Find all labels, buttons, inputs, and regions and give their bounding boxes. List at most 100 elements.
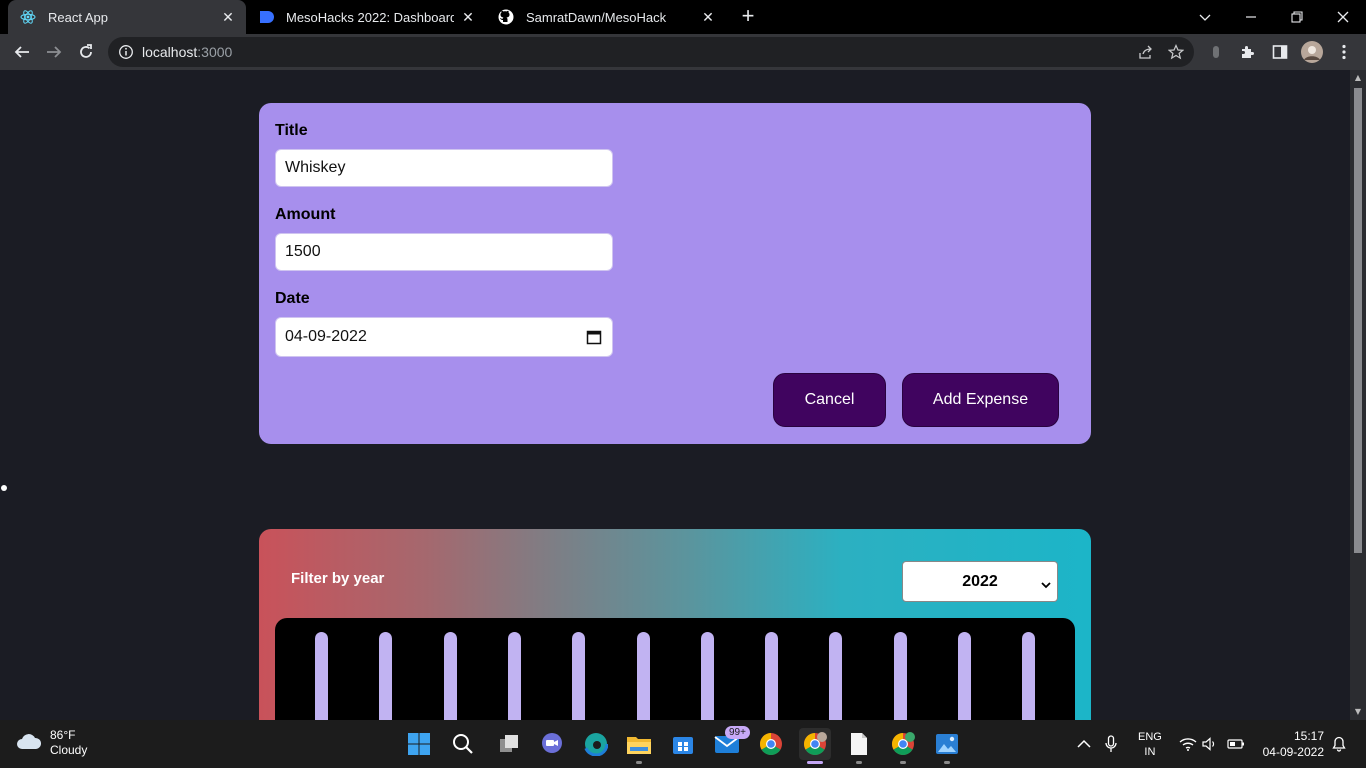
chart-bar [379, 632, 393, 720]
kebab-menu-icon[interactable] [1334, 42, 1354, 62]
scroll-up-icon[interactable]: ▲ [1354, 74, 1362, 82]
devfolio-icon [258, 9, 274, 25]
tab-search-chevron-icon[interactable] [1182, 0, 1228, 34]
microphone-icon[interactable] [1101, 734, 1121, 754]
mail-icon[interactable]: 99+ [711, 726, 750, 760]
window-close-icon[interactable] [1320, 0, 1366, 34]
chrome-profile-icon[interactable] [799, 728, 831, 764]
profile-avatar[interactable] [1301, 41, 1323, 63]
filter-by-year-label: Filter by year [291, 570, 385, 587]
new-tab-button[interactable]: + [736, 5, 760, 29]
chart-bar [315, 632, 328, 720]
selected-year: 2022 [962, 572, 998, 590]
start-windows-icon[interactable] [403, 728, 435, 760]
expenses-chart [275, 618, 1075, 720]
cloud-icon [16, 732, 42, 754]
amount-input[interactable]: 1500 [275, 233, 613, 271]
expenses-filter-card: Filter by year 2022 [259, 529, 1091, 720]
notepad-icon[interactable] [843, 728, 875, 764]
chrome-icon[interactable] [755, 728, 787, 760]
year-select[interactable]: 2022 [902, 561, 1058, 602]
extension-capsule-icon[interactable] [1206, 42, 1226, 62]
chart-bar [958, 632, 971, 720]
back-arrow-icon[interactable] [8, 38, 36, 66]
search-icon[interactable] [447, 728, 479, 760]
title-value: Whiskey [285, 159, 346, 176]
address-bar[interactable]: localhost:3000 [108, 37, 1194, 67]
weather-widget[interactable]: 86°F Cloudy [16, 728, 87, 758]
add-expense-button[interactable]: Add Expense [902, 373, 1059, 427]
scrollbar-thumb[interactable] [1354, 88, 1362, 553]
title-input[interactable]: Whiskey [275, 149, 613, 187]
tab-title: React App [48, 9, 108, 25]
weather-temperature: 86°F [50, 728, 76, 742]
system-clock[interactable]: 15:17 04-09-2022 [1258, 728, 1324, 760]
page-content: Title Whiskey Amount 1500 Date 04-09-202… [0, 70, 1350, 720]
tab-github-repo[interactable]: SamratDawn/MesoHack ✕ [486, 0, 726, 34]
minimize-icon[interactable] [1228, 0, 1274, 34]
photos-icon[interactable] [931, 728, 963, 764]
reload-icon[interactable] [72, 38, 100, 66]
edge-icon[interactable] [580, 728, 612, 760]
tab-mesohacks-dashboard[interactable]: MesoHacks 2022: Dashboard | De ✕ [246, 0, 486, 34]
cancel-button[interactable]: Cancel [773, 373, 886, 427]
tab-title: MesoHacks 2022: Dashboard | De [286, 9, 454, 25]
stray-dot [1, 485, 7, 491]
wifi-icon[interactable] [1178, 734, 1198, 754]
clock-time: 15:17 [1293, 729, 1324, 743]
browser-tab-strip: React App ✕ MesoHacks 2022: Dashboard | … [0, 0, 1366, 34]
close-icon[interactable]: ✕ [700, 9, 716, 25]
task-view-icon[interactable] [493, 728, 525, 760]
chart-bar [507, 632, 521, 720]
close-icon[interactable]: ✕ [220, 9, 236, 25]
restore-icon[interactable] [1274, 0, 1320, 34]
chart-bar [765, 632, 779, 720]
weather-condition: Cloudy [50, 743, 88, 757]
input-language[interactable]: ENG IN [1138, 730, 1162, 760]
date-label: Date [275, 290, 310, 307]
store-icon[interactable] [667, 728, 699, 760]
windows-taskbar: 86°F Cloudy 99+ ENG IN 15:17 04-09-2022 [0, 720, 1366, 768]
region-code: IN [1144, 746, 1156, 758]
show-hidden-icons-chevron-icon[interactable] [1074, 734, 1094, 754]
chart-bar [829, 632, 843, 720]
date-input[interactable]: 04-09-2022 [275, 317, 613, 357]
extensions-puzzle-icon[interactable] [1238, 42, 1258, 62]
side-panel-icon[interactable] [1270, 42, 1290, 62]
new-expense-form: Title Whiskey Amount 1500 Date 04-09-202… [259, 103, 1091, 444]
chart-bar [1022, 632, 1036, 720]
close-icon[interactable]: ✕ [460, 9, 476, 25]
date-value: 04-09-2022 [285, 328, 367, 345]
forward-arrow-icon[interactable] [40, 38, 68, 66]
battery-icon[interactable] [1226, 734, 1246, 754]
chart-bar [636, 632, 650, 720]
url-text: localhost:3000 [142, 44, 233, 60]
notification-icon[interactable] [1329, 734, 1349, 754]
chat-icon[interactable] [536, 728, 568, 760]
volume-icon[interactable] [1200, 734, 1220, 754]
site-info-icon[interactable] [118, 44, 134, 64]
amount-value: 1500 [285, 243, 321, 260]
chrome-profile-2-icon[interactable] [887, 728, 919, 764]
chevron-down-icon [1041, 577, 1051, 589]
browser-toolbar: localhost:3000 [0, 34, 1366, 70]
language-code: ENG [1138, 731, 1162, 743]
amount-label: Amount [275, 206, 336, 223]
tab-react-app[interactable]: React App ✕ [8, 0, 246, 34]
chart-bar [893, 632, 907, 720]
react-icon [20, 9, 36, 25]
page-scrollbar[interactable]: ▲ ▼ [1350, 70, 1366, 720]
title-label: Title [275, 122, 308, 139]
clock-date: 04-09-2022 [1262, 745, 1324, 759]
share-icon[interactable] [1138, 44, 1154, 64]
chart-bar [443, 632, 457, 720]
file-explorer-icon[interactable] [623, 728, 655, 764]
tab-title: SamratDawn/MesoHack [526, 9, 667, 25]
chart-bar [572, 632, 586, 720]
chart-bar [700, 632, 714, 720]
bookmark-star-icon[interactable] [1167, 44, 1185, 64]
scroll-down-icon[interactable]: ▼ [1354, 708, 1362, 716]
github-icon [498, 9, 514, 25]
mail-badge: 99+ [725, 726, 750, 739]
calendar-icon[interactable] [586, 329, 602, 345]
